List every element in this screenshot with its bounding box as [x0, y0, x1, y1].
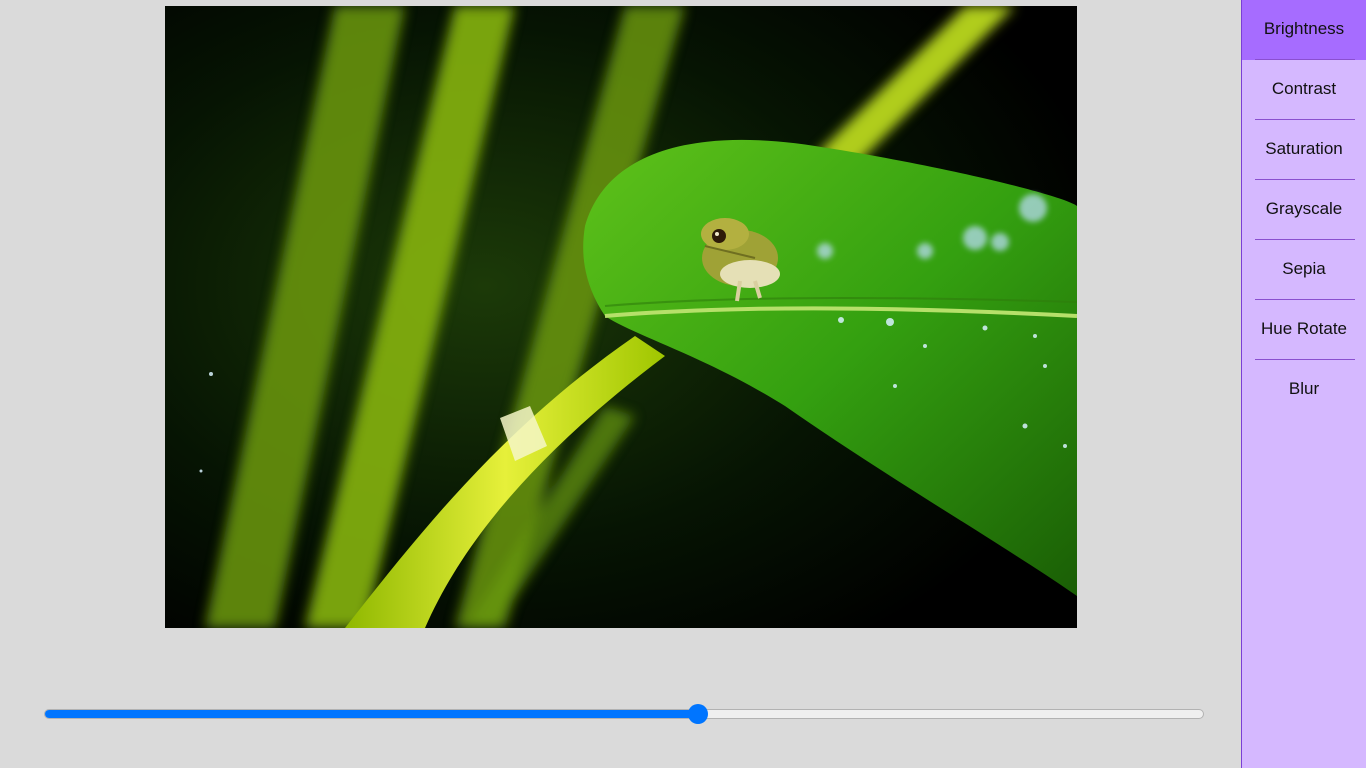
image-editor-app: Brightness Contrast Saturation Grayscale Sep…: [0, 0, 1366, 768]
filter-item-saturation[interactable]: Saturation: [1242, 120, 1366, 180]
filter-item-brightness[interactable]: Brightness: [1242, 0, 1366, 60]
slider-track[interactable]: [44, 709, 1204, 719]
filter-item-label: Brightness: [1263, 19, 1345, 38]
filter-item-label: Grayscale: [1265, 199, 1343, 218]
filter-item-sepia[interactable]: Sepia: [1242, 240, 1366, 300]
frog-photo: [165, 6, 1077, 628]
slider-thumb[interactable]: [688, 704, 709, 724]
editor-main-area: [0, 0, 1242, 768]
filter-item-label: Saturation: [1265, 139, 1343, 158]
filter-sidebar: Brightness Contrast Saturation Grayscale Sep…: [1241, 0, 1366, 768]
slider-fill: [45, 710, 700, 718]
filter-item-label: Contrast: [1271, 79, 1337, 98]
filter-item-hue-rotate[interactable]: Hue Rotate: [1242, 300, 1366, 360]
filter-item-label: Hue Rotate: [1261, 319, 1347, 338]
filter-item-label: Blur: [1288, 379, 1320, 398]
filter-value-slider[interactable]: [44, 703, 1204, 725]
filter-item-label: Sepia: [1282, 259, 1326, 278]
preview-image: [165, 6, 1077, 628]
filter-list: Brightness Contrast Saturation Grayscale Sep…: [1242, 0, 1366, 420]
filter-item-contrast[interactable]: Contrast: [1242, 60, 1366, 120]
filter-item-grayscale[interactable]: Grayscale: [1242, 180, 1366, 240]
filter-item-blur[interactable]: Blur: [1242, 360, 1366, 420]
